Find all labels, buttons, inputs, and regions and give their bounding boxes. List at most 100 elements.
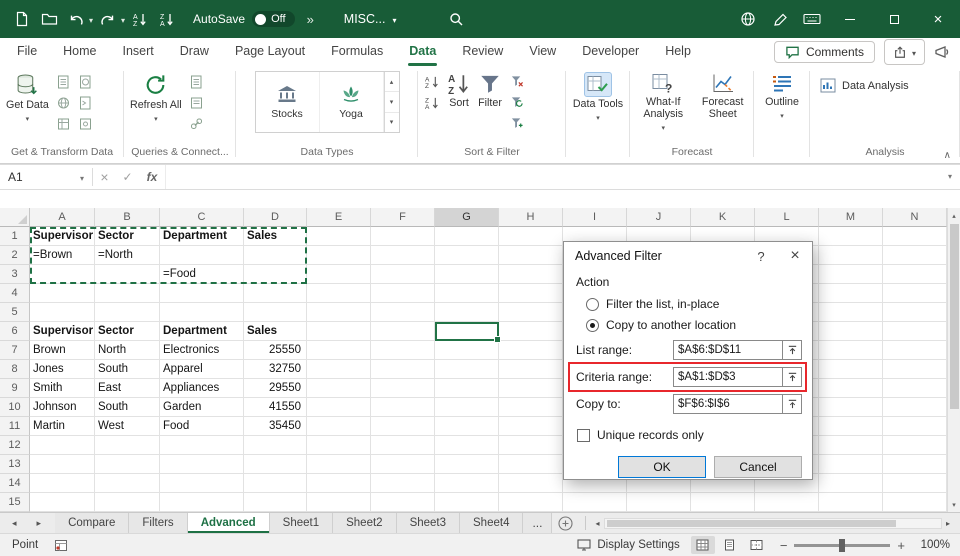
cell-B1[interactable]: Sector <box>95 227 160 246</box>
cell-D3[interactable] <box>244 265 307 284</box>
from-web-icon[interactable] <box>54 93 74 112</box>
cell-N2[interactable] <box>883 246 947 265</box>
cell-A15[interactable] <box>30 493 95 512</box>
tab-help[interactable]: Help <box>652 38 704 66</box>
radio-selected-icon[interactable] <box>586 318 599 332</box>
collapse-ribbon-icon[interactable] <box>944 150 951 161</box>
row-header-11[interactable]: 11 <box>0 417 30 436</box>
cell-C2[interactable] <box>160 246 244 265</box>
data-source-settings-icon[interactable] <box>76 114 96 133</box>
cell-H15[interactable] <box>499 493 563 512</box>
stocks-data-type[interactable]: Stocks <box>256 72 320 132</box>
cell-C12[interactable] <box>160 436 244 455</box>
scroll-up-icon[interactable]: ▴ <box>948 208 960 223</box>
cell-E14[interactable] <box>307 474 371 493</box>
record-macro-icon[interactable] <box>54 539 68 552</box>
cell-B15[interactable] <box>95 493 160 512</box>
cell-H12[interactable] <box>499 436 563 455</box>
select-all-corner[interactable] <box>0 208 30 227</box>
cell-L15[interactable] <box>755 493 819 512</box>
cell-E11[interactable] <box>307 417 371 436</box>
cell-E6[interactable] <box>307 322 371 341</box>
cell-A10[interactable]: Johnson <box>30 398 95 417</box>
checkbox-unchecked-icon[interactable] <box>577 428 590 442</box>
cell-H3[interactable] <box>499 265 563 284</box>
new-sheet-icon[interactable] <box>552 513 578 533</box>
cell-G2[interactable] <box>435 246 499 265</box>
cell-D15[interactable] <box>244 493 307 512</box>
cell-F2[interactable] <box>371 246 435 265</box>
cell-D13[interactable] <box>244 455 307 474</box>
cell-D9[interactable]: 29550 <box>244 379 307 398</box>
cell-A8[interactable]: Jones <box>30 360 95 379</box>
sheet-tab-advanced[interactable]: Advanced <box>187 513 270 533</box>
advanced-filter-icon[interactable] <box>507 114 527 133</box>
horizontal-scroll-thumb[interactable] <box>606 519 896 527</box>
from-table-range-icon[interactable] <box>54 114 74 133</box>
cell-B2[interactable]: =North <box>95 246 160 265</box>
recent-sources-icon[interactable] <box>76 72 96 91</box>
cell-N5[interactable] <box>883 303 947 322</box>
cell-D12[interactable] <box>244 436 307 455</box>
maximize-button[interactable] <box>872 0 916 38</box>
autosave-pill[interactable]: Off <box>252 11 295 27</box>
redo-icon[interactable] <box>96 6 120 32</box>
cell-A13[interactable] <box>30 455 95 474</box>
cell-F3[interactable] <box>371 265 435 284</box>
tab-home[interactable]: Home <box>50 38 109 66</box>
normal-view-icon[interactable] <box>690 536 715 554</box>
row-header-4[interactable]: 4 <box>0 284 30 303</box>
cell-B9[interactable]: East <box>95 379 160 398</box>
tab-page-layout[interactable]: Page Layout <box>222 38 318 66</box>
column-header-K[interactable]: K <box>691 208 755 227</box>
cell-M9[interactable] <box>819 379 883 398</box>
column-header-N[interactable]: N <box>883 208 947 227</box>
sort-descending-qat-icon[interactable]: ZA <box>155 6 179 32</box>
undo-icon[interactable] <box>64 6 88 32</box>
cell-B10[interactable]: South <box>95 398 160 417</box>
cell-M6[interactable] <box>819 322 883 341</box>
cell-H6[interactable] <box>499 322 563 341</box>
cell-C6[interactable]: Department <box>160 322 244 341</box>
cell-B14[interactable] <box>95 474 160 493</box>
dialog-help-button[interactable] <box>744 242 778 270</box>
cell-A14[interactable] <box>30 474 95 493</box>
column-header-D[interactable]: D <box>244 208 307 227</box>
sheet-tab-more[interactable]: ... <box>523 513 553 533</box>
queries-connections-icon[interactable] <box>187 72 207 91</box>
qat-overflow-icon[interactable] <box>307 12 314 27</box>
cell-B4[interactable] <box>95 284 160 303</box>
keyboard-icon[interactable] <box>796 6 828 32</box>
cell-H9[interactable] <box>499 379 563 398</box>
cell-C8[interactable]: Apparel <box>160 360 244 379</box>
column-header-E[interactable]: E <box>307 208 371 227</box>
cell-E12[interactable] <box>307 436 371 455</box>
horizontal-scroll-track[interactable] <box>603 517 942 529</box>
cell-D6[interactable]: Sales <box>244 322 307 341</box>
cell-C11[interactable]: Food <box>160 417 244 436</box>
sheet-tab-sheet4[interactable]: Sheet4 <box>460 513 524 533</box>
share-button[interactable] <box>883 39 925 65</box>
cell-E8[interactable] <box>307 360 371 379</box>
cell-M8[interactable] <box>819 360 883 379</box>
cell-G5[interactable] <box>435 303 499 322</box>
tab-file[interactable]: File <box>4 38 50 66</box>
column-header-J[interactable]: J <box>627 208 691 227</box>
cell-F5[interactable] <box>371 303 435 322</box>
cell-F13[interactable] <box>371 455 435 474</box>
cell-C14[interactable] <box>160 474 244 493</box>
cell-A12[interactable] <box>30 436 95 455</box>
zoom-in-icon[interactable] <box>897 538 905 553</box>
close-button[interactable] <box>916 0 960 38</box>
zoom-level[interactable]: 100% <box>916 539 950 551</box>
zoom-slider[interactable] <box>794 538 891 552</box>
cell-H11[interactable] <box>499 417 563 436</box>
page-break-view-icon[interactable] <box>745 536 769 554</box>
formula-bar-expand-icon[interactable] <box>940 165 960 189</box>
scroll-left-icon[interactable] <box>595 519 599 528</box>
from-text-csv-icon[interactable] <box>54 72 74 91</box>
cell-N12[interactable] <box>883 436 947 455</box>
sheet-tab-sheet2[interactable]: Sheet2 <box>333 513 397 533</box>
undo-dropdown-icon[interactable] <box>89 10 93 28</box>
data-tools-button[interactable]: Data Tools <box>571 70 625 123</box>
